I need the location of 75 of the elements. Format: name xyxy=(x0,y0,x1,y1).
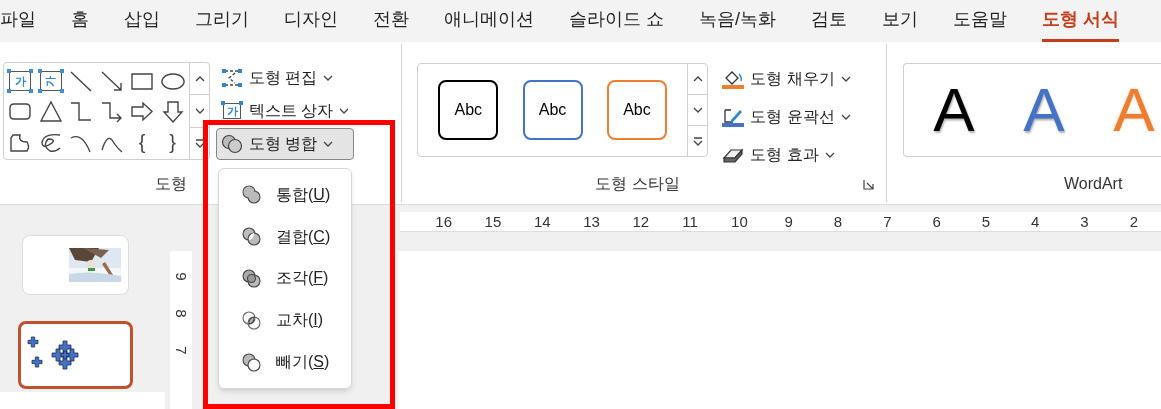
ribbon-tab[interactable]: 그리기 xyxy=(195,0,249,42)
ruler-number: 8 xyxy=(173,309,189,318)
shape-effects-button[interactable]: 도형 효과 xyxy=(717,139,856,171)
slide-thumbnail[interactable] xyxy=(18,321,133,389)
chevron-down-icon xyxy=(840,114,851,120)
shape-style-preset[interactable]: Abc xyxy=(606,80,667,140)
ribbon-tab[interactable]: 전환 xyxy=(373,0,409,42)
ruler-number: 4 xyxy=(1030,212,1041,231)
overlapping-circles-icon xyxy=(241,184,262,206)
ribbon-tab[interactable]: 도움말 xyxy=(953,0,1008,42)
chevron-down-icon xyxy=(323,141,334,147)
shape-style-preset[interactable]: Abc xyxy=(522,80,583,140)
overlapping-circles-icon xyxy=(241,226,262,248)
shape-style-preset[interactable]: Abc xyxy=(438,80,499,140)
ruler-number: 11 xyxy=(681,212,699,231)
ribbon-tab[interactable]: 삽입 xyxy=(124,0,160,42)
menu-item[interactable]: 결합(C) xyxy=(219,215,351,258)
ruler-number: 3 xyxy=(1079,212,1090,231)
text-box-button[interactable]: 가 텍스트 상자 xyxy=(216,95,355,127)
ruler-number: 9 xyxy=(783,212,794,231)
edit-shape-button[interactable]: 도형 편집 xyxy=(216,62,355,94)
ribbon-tab[interactable]: 슬라이드 쇼 xyxy=(569,0,664,42)
menu-item[interactable]: 통합(U) xyxy=(219,174,351,216)
shape-fill-button[interactable]: 도형 채우기 xyxy=(717,63,856,95)
pen-outline-icon xyxy=(722,107,745,127)
ruler-number: 7 xyxy=(173,346,189,355)
overlapping-circles-icon xyxy=(241,309,262,331)
chevron-down-icon xyxy=(840,76,851,82)
eraser-icon xyxy=(722,146,745,164)
chevron-down-icon xyxy=(339,108,350,114)
merge-shapes-button[interactable]: 도형 병합 xyxy=(216,128,355,160)
expand-gallery-icon xyxy=(692,136,703,146)
ribbon-tab[interactable]: 검토 xyxy=(811,0,848,42)
chevron-down-icon xyxy=(323,75,334,81)
ruler-number: 13 xyxy=(582,212,601,231)
chevron-up-icon xyxy=(692,76,703,82)
ruler-number: 6 xyxy=(931,212,942,231)
ruler-number: 5 xyxy=(980,212,992,231)
ribbon-tab[interactable]: 보기 xyxy=(882,0,919,42)
paint-bucket-icon xyxy=(722,69,745,89)
chevron-down-icon xyxy=(194,108,205,114)
chevron-up-icon xyxy=(194,75,205,82)
brace-button[interactable]: } xyxy=(157,128,188,157)
menu-item[interactable]: 교차(I) xyxy=(219,299,351,342)
group-label: 도형 스타일 xyxy=(595,174,680,194)
menu-item[interactable]: 빼기(S) xyxy=(219,341,351,383)
expand-gallery-icon xyxy=(194,138,205,148)
brace-button[interactable]: { xyxy=(127,128,157,157)
ruler-number: 12 xyxy=(631,212,651,231)
group-label: WordArt xyxy=(1064,174,1123,194)
edit-shape-icon xyxy=(221,68,243,88)
wordart-preset[interactable]: A xyxy=(927,79,981,141)
overlapping-circles-icon xyxy=(241,268,262,289)
group-label: 도형 xyxy=(155,174,187,194)
ribbon-tab[interactable]: 녹음/녹화 xyxy=(699,0,777,42)
overlapping-circles-icon xyxy=(221,134,243,154)
chevron-down-icon xyxy=(692,107,703,113)
ruler-number: 8 xyxy=(832,212,844,231)
ruler-number: 14 xyxy=(532,212,552,231)
ribbon-tab[interactable]: 파일 xyxy=(0,0,36,42)
ruler-number: 2 xyxy=(1128,212,1139,231)
ribbon-tab[interactable]: 디자인 xyxy=(284,0,338,42)
ruler-number: 16 xyxy=(434,212,453,231)
ruler-number: 15 xyxy=(483,212,503,231)
ruler-number: 7 xyxy=(882,212,893,231)
menu-item[interactable]: 조각(F) xyxy=(219,257,351,300)
ruler-number: 9 xyxy=(173,272,189,281)
overlapping-circles-icon xyxy=(241,351,262,373)
dialog-launcher-icon[interactable] xyxy=(863,178,874,190)
chevron-down-icon xyxy=(824,152,835,158)
ribbon-tab[interactable]: 홈 xyxy=(71,0,89,42)
shape-outline-button[interactable]: 도형 윤곽선 xyxy=(717,101,856,133)
wordart-preset[interactable]: A xyxy=(1017,79,1071,141)
ruler-number: 10 xyxy=(730,212,749,231)
ribbon-tab[interactable]: 애니메이션 xyxy=(444,0,534,42)
